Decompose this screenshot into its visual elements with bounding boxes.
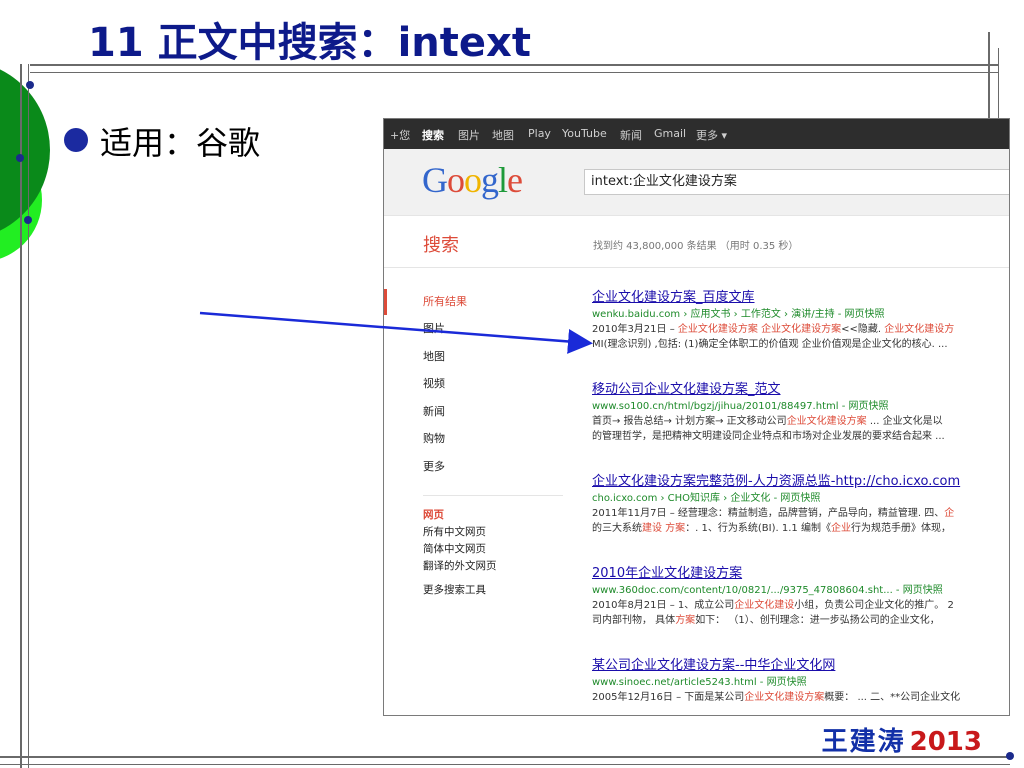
arrow-line	[199, 311, 593, 354]
annotation-arrow	[199, 311, 593, 354]
